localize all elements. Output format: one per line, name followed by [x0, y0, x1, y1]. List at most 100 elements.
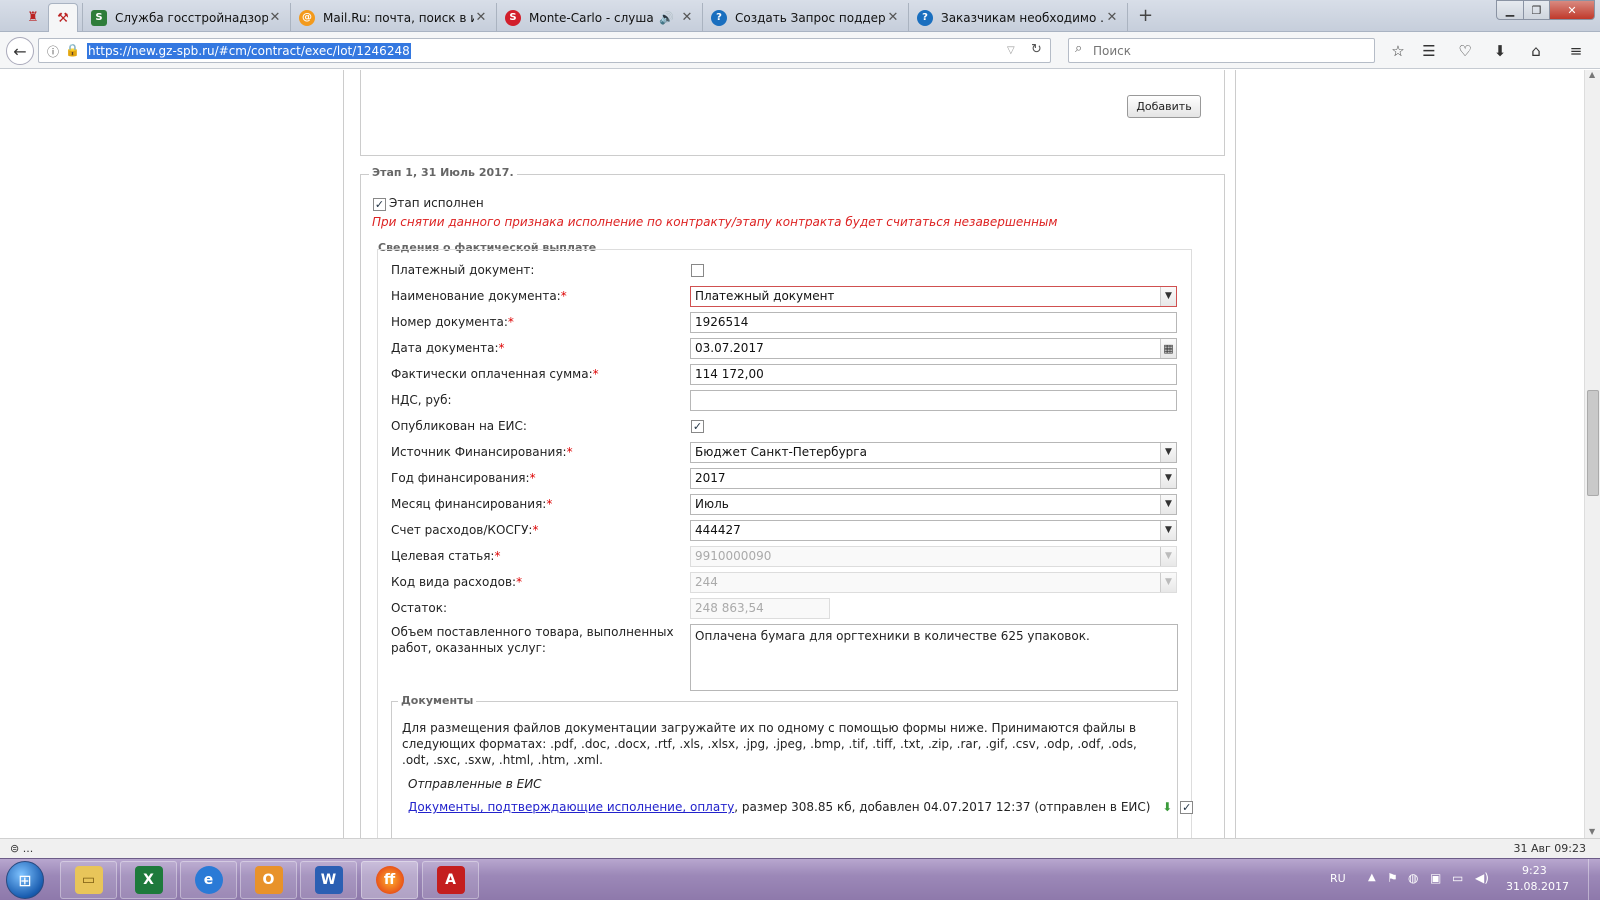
volume-textarea[interactable]: Оплачена бумага для оргтехники в количес…: [690, 624, 1178, 691]
sent-title: Отправленные в ЕИС: [408, 777, 542, 791]
scroll-down-icon[interactable]: ▼: [1589, 827, 1595, 836]
doc-date-input[interactable]: 03.07.2017 ▦: [690, 338, 1177, 359]
network-icon[interactable]: ▭: [1452, 871, 1463, 885]
doc-number-label: Номер документа:*: [391, 315, 514, 329]
close-tab-icon[interactable]: ✕: [1105, 10, 1119, 25]
radio-icon: S: [505, 9, 521, 26]
search-box[interactable]: ⌕: [1068, 38, 1375, 63]
action-center-flag-icon[interactable]: ⚑: [1387, 871, 1398, 885]
info-icon[interactable]: ⓘ: [47, 43, 59, 60]
remainder-row: Остаток: 248 863,54: [378, 596, 1198, 621]
month-label: Месяц финансирования:*: [391, 497, 553, 511]
device-icon[interactable]: ▣: [1430, 871, 1441, 885]
tab-support-request[interactable]: ? Создать Запрос поддержк... ✕: [702, 3, 908, 32]
doc-name-select[interactable]: Платежный документ ▼: [690, 286, 1177, 307]
taskbar-excel[interactable]: X: [120, 861, 177, 899]
reading-list-icon[interactable]: ☰: [1419, 41, 1439, 61]
home-icon[interactable]: ⌂: [1526, 41, 1546, 61]
taskbar-outlook[interactable]: O: [240, 861, 297, 899]
source-row: Источник Финансирования:* Бюджет Санкт-П…: [378, 440, 1198, 465]
scrollbar-thumb[interactable]: [1587, 390, 1599, 496]
download-shield-icon[interactable]: ⬇: [1162, 800, 1172, 814]
volume-icon[interactable]: ◀): [1475, 871, 1489, 885]
paid-sum-input[interactable]: 114 172,00: [690, 364, 1177, 385]
year-label: Год финансирования:*: [391, 471, 536, 485]
clock-time[interactable]: 9:23: [1522, 864, 1547, 877]
bookmark-star-icon[interactable]: ☆: [1388, 41, 1408, 61]
back-arrow-icon[interactable]: ←: [6, 37, 34, 65]
mailru-icon: @: [299, 9, 315, 26]
month-select[interactable]: Июль ▼: [690, 494, 1177, 515]
paid-sum-row: Фактически оплаченная сумма:* 114 172,00: [378, 362, 1198, 387]
published-checkbox[interactable]: ✓: [691, 420, 704, 433]
start-button-windows-icon[interactable]: ⊞: [6, 861, 44, 899]
doc-number-input[interactable]: 1926514: [690, 312, 1177, 333]
chevron-down-icon[interactable]: ▼: [1160, 287, 1176, 306]
maximize-window-icon[interactable]: ❐: [1523, 0, 1550, 20]
vertical-scrollbar[interactable]: ▲ ▼: [1584, 70, 1600, 838]
show-desktop-button[interactable]: [1588, 859, 1600, 901]
vat-input[interactable]: [690, 390, 1177, 411]
chevron-down-icon[interactable]: ▼: [1160, 495, 1176, 514]
language-indicator[interactable]: RU: [1330, 872, 1346, 885]
url-bar[interactable]: ⓘ 🔒 https://new.gz-spb.ru/#cm/contract/e…: [38, 38, 1051, 63]
ie-icon: e: [194, 866, 223, 894]
docs-legend: Документы: [398, 694, 477, 707]
account-select[interactable]: 444427 ▼: [690, 520, 1177, 541]
document-info: , размер 308.85 кб, добавлен 04.07.2017 …: [734, 800, 1151, 814]
remainder-input: 248 863,54: [690, 598, 830, 619]
chevron-down-icon[interactable]: ▼: [1160, 521, 1176, 540]
stage-legend: Этап 1, 31 Июль 2017.: [369, 166, 517, 179]
taskbar-explorer[interactable]: ▭: [60, 861, 117, 899]
add-button[interactable]: Добавить: [1127, 95, 1201, 118]
download-icon[interactable]: ⬇: [1490, 41, 1510, 61]
menu-hamburger-icon[interactable]: ≡: [1566, 41, 1586, 61]
close-tab-icon[interactable]: ✕: [886, 10, 900, 25]
tab-gosstroynadzor[interactable]: S Служба госстройнадзора ... ✕: [82, 3, 290, 32]
tab-monte-carlo[interactable]: S Monte-Carlo - слушат... 🔊 ✕: [496, 3, 702, 32]
tab-title: Служба госстройнадзора ...: [115, 10, 268, 25]
pinned-tab-hammer-icon[interactable]: ⚒: [48, 3, 78, 32]
taskbar-firefox[interactable]: ff: [361, 861, 418, 899]
document-link[interactable]: Документы, подтверждающие исполнение, оп…: [408, 800, 734, 814]
taskbar-internet-explorer[interactable]: e: [180, 861, 237, 899]
browser-toolbar: ← ⓘ 🔒 https://new.gz-spb.ru/#cm/contract…: [0, 32, 1600, 69]
payment-doc-checkbox[interactable]: [691, 264, 704, 277]
tab-mailru[interactable]: @ Mail.Ru: почта, поиск в ин... ✕: [290, 3, 496, 32]
reload-icon[interactable]: ↻: [1031, 42, 1042, 57]
document-checkbox[interactable]: ✓: [1180, 801, 1194, 814]
chevron-down-icon: ▼: [1160, 547, 1176, 566]
new-tab-plus-icon[interactable]: +: [1138, 5, 1153, 26]
source-select[interactable]: Бюджет Санкт-Петербурга ▼: [690, 442, 1177, 463]
search-input[interactable]: [1093, 42, 1363, 60]
dropdown-arrow-icon[interactable]: ▽: [1007, 45, 1015, 56]
chevron-down-icon[interactable]: ▼: [1160, 443, 1176, 462]
doc-name-row: Наименование документа:* Платежный докум…: [378, 284, 1198, 309]
close-window-icon[interactable]: ✕: [1549, 0, 1595, 20]
upper-fieldset: Добавить: [360, 70, 1225, 156]
speaker-icon[interactable]: 🔊: [659, 11, 674, 25]
month-row: Месяц финансирования:* Июль ▼: [378, 492, 1198, 517]
year-select[interactable]: 2017 ▼: [690, 468, 1177, 489]
pinned-tab-coat-of-arms-icon[interactable]: ♜: [18, 3, 48, 32]
close-tab-icon[interactable]: ✕: [268, 10, 282, 25]
close-tab-icon[interactable]: ✕: [680, 10, 694, 25]
tab-title: Заказчикам необходимо ...: [941, 10, 1105, 25]
update-icon[interactable]: ◍: [1408, 871, 1418, 885]
tray-arrow-icon[interactable]: ▲: [1368, 872, 1376, 883]
url-text[interactable]: https://new.gz-spb.ru/#cm/contract/exec/…: [87, 43, 411, 59]
stage-done-checkbox[interactable]: ✓: [373, 198, 386, 211]
tab-customers[interactable]: ? Заказчикам необходимо ... ✕: [908, 3, 1128, 32]
pocket-icon[interactable]: ♡: [1455, 41, 1475, 61]
minimize-window-icon[interactable]: ▁: [1496, 0, 1524, 20]
scroll-up-icon[interactable]: ▲: [1589, 70, 1595, 79]
taskbar-word[interactable]: W: [300, 861, 357, 899]
taskbar-acrobat[interactable]: A: [422, 861, 479, 899]
calendar-icon[interactable]: ▦: [1160, 339, 1176, 358]
expense-row: Код вида расходов:* 244 ▼: [378, 570, 1198, 595]
clock-date[interactable]: 31.08.2017: [1506, 880, 1569, 893]
excel-icon: X: [134, 866, 163, 894]
close-tab-icon[interactable]: ✕: [474, 10, 488, 25]
chevron-down-icon[interactable]: ▼: [1160, 469, 1176, 488]
year-row: Год финансирования:* 2017 ▼: [378, 466, 1198, 491]
